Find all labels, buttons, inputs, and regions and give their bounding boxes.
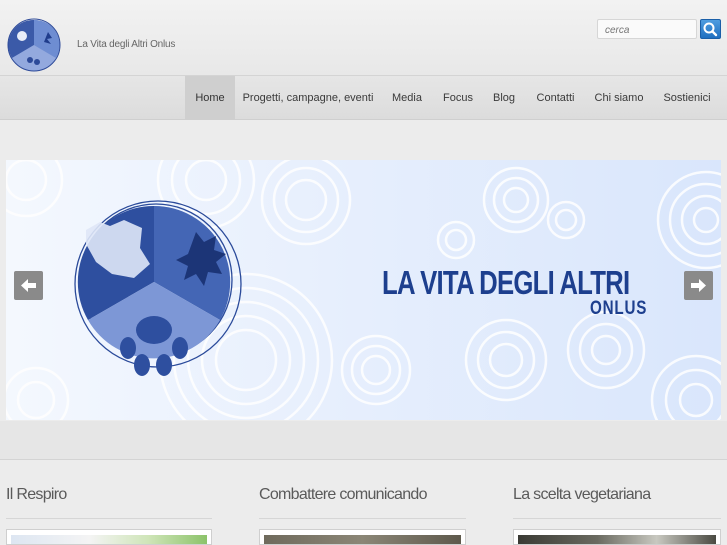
section-title-respiro[interactable]: Il Respiro [6, 486, 67, 504]
search-input[interactable] [598, 21, 697, 40]
banner-footer-strip [0, 421, 727, 460]
nav-item-progetti[interactable]: Progetti, campagne, eventi [240, 76, 376, 120]
banner-subtitle: ONLUS [590, 298, 648, 319]
nav-item-contatti[interactable]: Contatti [529, 76, 582, 120]
slider-next-button[interactable] [684, 271, 713, 300]
nav-item-blog[interactable]: Blog [487, 76, 521, 120]
search-box [597, 19, 697, 40]
banner-title: LA VITA DEGLI ALTRI [382, 264, 630, 301]
search-button[interactable] [700, 19, 721, 39]
section-divider [6, 518, 212, 519]
arrow-right-icon [691, 279, 706, 292]
section-thumbnail-vegetariana[interactable] [513, 529, 721, 545]
nav-item-sostienici[interactable]: Sostienici [658, 76, 716, 120]
section-divider [259, 518, 466, 519]
nav-item-home[interactable]: Home [185, 76, 235, 120]
nav-item-focus[interactable]: Focus [437, 76, 479, 120]
site-title: La Vita degli Altri Onlus [77, 39, 176, 50]
arrow-left-icon [21, 279, 36, 292]
site-header: La Vita degli Altri Onlus [0, 0, 727, 75]
nav-item-media[interactable]: Media [384, 76, 430, 120]
nav-item-chi-siamo[interactable]: Chi siamo [590, 76, 648, 120]
section-thumbnail-respiro[interactable] [6, 529, 212, 545]
section-title-combattere[interactable]: Combattere comunicando [259, 486, 428, 504]
site-logo[interactable] [6, 18, 64, 72]
main-nav: Home Progetti, campagne, eventi Media Fo… [0, 75, 727, 120]
banner-slide[interactable]: LA VITA DEGLI ALTRI ONLUS [6, 160, 721, 420]
section-divider [513, 518, 721, 519]
section-title-vegetariana[interactable]: La scelta vegetariana [513, 486, 651, 504]
search-icon [703, 22, 718, 37]
section-thumbnail-combattere[interactable] [259, 529, 466, 545]
slider-prev-button[interactable] [14, 271, 43, 300]
